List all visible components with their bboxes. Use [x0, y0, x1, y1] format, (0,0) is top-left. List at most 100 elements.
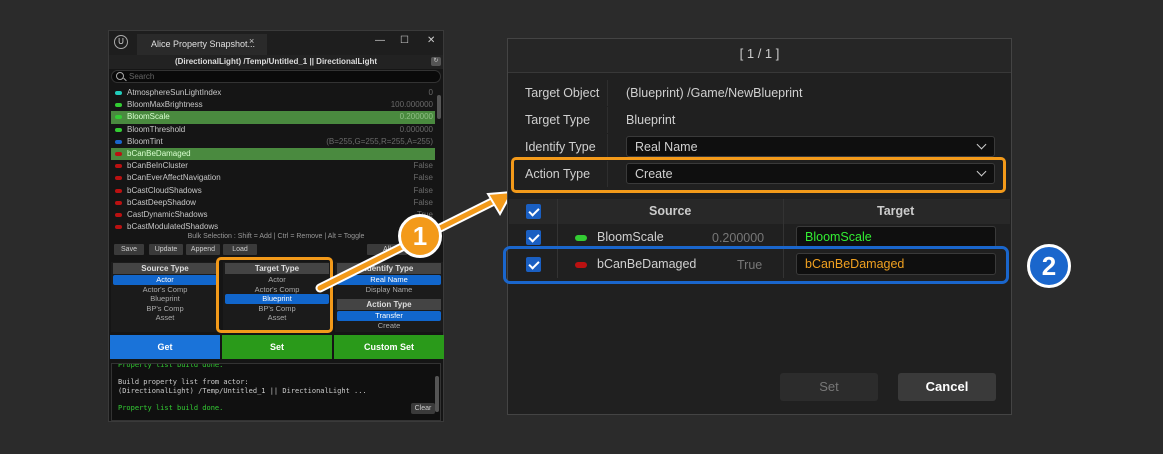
- get-button[interactable]: Get: [110, 335, 220, 359]
- property-type-dot: [115, 127, 122, 132]
- property-name: CastDynamicShadows: [127, 209, 208, 219]
- identify-type-dropdown[interactable]: Real Name: [626, 136, 995, 157]
- option-create[interactable]: Create: [337, 321, 441, 331]
- custom-set-button[interactable]: Custom Set: [334, 335, 444, 359]
- refresh-icon[interactable]: ↻: [431, 57, 441, 66]
- property-name: bCanBeInCluster: [127, 161, 188, 171]
- update-button[interactable]: Update: [149, 244, 183, 255]
- property-name: bCastDeepShadow: [127, 197, 196, 207]
- property-row[interactable]: BloomScale 0.200000: [111, 111, 435, 124]
- action-type-highlight: [511, 157, 1006, 193]
- property-value: 100.000000: [390, 100, 433, 110]
- target-type-label: Target Type: [525, 113, 591, 127]
- option-asset[interactable]: Asset: [113, 313, 217, 323]
- step-badge-1: 1: [398, 214, 442, 258]
- property-row[interactable]: bCanBeInCluster False: [111, 160, 435, 172]
- option-bp-s-comp[interactable]: BP's Comp: [113, 304, 217, 314]
- target-property-text: BloomScale: [805, 230, 872, 244]
- action-type-header: Action Type: [337, 299, 441, 310]
- property-name: BloomScale: [127, 112, 170, 122]
- close-window-icon[interactable]: ✕: [427, 35, 435, 46]
- row-checkbox[interactable]: [526, 230, 541, 245]
- option-transfer[interactable]: Transfer: [337, 311, 441, 321]
- identify-type-label: Identify Type: [525, 140, 596, 154]
- target-object-label: Target Object: [525, 86, 600, 100]
- property-value: 0: [428, 88, 433, 97]
- target-type-row: Target Type Blueprint: [509, 107, 1010, 133]
- property-value: 0.200000: [399, 112, 433, 122]
- property-list-scrollbar[interactable]: [437, 95, 441, 119]
- log-line: Property list build done.: [118, 403, 224, 412]
- property-row[interactable]: BloomTint (B=255,G=255,R=255,A=255): [111, 136, 435, 148]
- set-button[interactable]: Set: [222, 335, 332, 359]
- transfer-dialog: [ 1 / 1 ] Target Object (Blueprint) /Gam…: [507, 38, 1012, 415]
- property-type-dot: [115, 200, 122, 205]
- actor-path: (DirectionalLight) /Temp/Untitled_1 || D…: [109, 55, 443, 69]
- property-name: bCanBeDamaged: [127, 148, 191, 158]
- source-column-header: Source: [649, 204, 692, 218]
- target-property-input[interactable]: BloomScale: [796, 226, 996, 248]
- option-actor[interactable]: Actor: [113, 275, 217, 285]
- chevron-down-icon: [976, 139, 987, 150]
- search-input[interactable]: Search: [111, 70, 441, 83]
- property-type-dot: [115, 188, 122, 193]
- property-type-dot: [115, 103, 122, 108]
- target-type-value: Blueprint: [626, 113, 676, 127]
- load-button[interactable]: Load: [223, 244, 257, 255]
- property-name: bCanEverAffectNavigation: [127, 173, 221, 183]
- property-name: AtmosphereSunLightIndex: [127, 88, 222, 97]
- clear-log-button[interactable]: Clear: [411, 403, 435, 414]
- property-type-dot: [575, 235, 587, 241]
- property-type-dot: [115, 164, 122, 169]
- source-type-header: Source Type: [113, 263, 217, 274]
- source-type-panel: Source Type Actor Actor's Comp Blueprint BP…: [111, 262, 219, 332]
- property-name: bCastCloudShadows: [127, 185, 202, 195]
- unreal-logo-icon: U: [114, 35, 128, 49]
- output-log: Property list build done. Build property…: [111, 363, 441, 421]
- source-property-name: BloomScale: [597, 230, 664, 244]
- append-button[interactable]: Append: [186, 244, 220, 255]
- option-blueprint[interactable]: Blueprint: [113, 294, 217, 304]
- option-actor-s-comp[interactable]: Actor's Comp: [113, 285, 217, 295]
- property-row[interactable]: bCanBeDamaged: [111, 147, 435, 161]
- save-button[interactable]: Save: [114, 244, 144, 255]
- property-value: (B=255,G=255,R=255,A=255): [326, 136, 433, 146]
- log-line: (DirectionalLight) /Temp/Untitled_1 || D…: [118, 386, 367, 395]
- source-property-value: 0.200000: [712, 231, 765, 245]
- property-value: 0.000000: [399, 124, 433, 134]
- select-all-checkbox[interactable]: [526, 204, 541, 219]
- property-type-dot: [115, 225, 122, 230]
- identify-type-selected: Real Name: [635, 140, 698, 154]
- property-type-dot: [115, 151, 122, 156]
- mapping-table-header: Source Target: [509, 199, 1010, 224]
- property-name: BloomTint: [127, 136, 163, 146]
- property-type-dot: [115, 139, 122, 144]
- property-row[interactable]: BloomMaxBrightness 100.000000: [111, 99, 435, 111]
- property-type-dot: [115, 176, 122, 181]
- property-value: False: [413, 161, 433, 171]
- property-row[interactable]: BloomThreshold 0.000000: [111, 124, 435, 136]
- target-object-value: (Blueprint) /Game/NewBlueprint: [626, 86, 803, 100]
- property-type-dot: [115, 212, 122, 217]
- tab-close-icon[interactable]: ×: [249, 36, 254, 46]
- minimize-icon[interactable]: —: [375, 35, 385, 46]
- property-type-dot: [115, 115, 122, 120]
- dialog-set-button[interactable]: Set: [780, 373, 878, 401]
- window-tab[interactable]: Alice Property Snapshot...: [137, 34, 267, 55]
- target-object-row: Target Object (Blueprint) /Game/NewBluep…: [509, 80, 1010, 106]
- property-name: BloomMaxBrightness: [127, 100, 203, 110]
- log-line: Build property list from actor:: [118, 378, 249, 386]
- maximize-icon[interactable]: ☐: [400, 35, 409, 46]
- log-scrollbar[interactable]: [435, 376, 439, 412]
- target-column-header: Target: [877, 204, 915, 218]
- property-row[interactable]: AtmosphereSunLightIndex 0: [111, 87, 435, 99]
- property-type-dot: [115, 91, 122, 95]
- property-name: bCastModulatedShadows: [127, 222, 219, 231]
- dialog-page-indicator: [ 1 / 1 ]: [508, 39, 1011, 73]
- tab-title: Alice Property Snapshot...: [151, 39, 256, 49]
- step-badge-2: 2: [1027, 244, 1071, 288]
- dialog-cancel-button[interactable]: Cancel: [898, 373, 996, 401]
- search-icon: [116, 72, 124, 80]
